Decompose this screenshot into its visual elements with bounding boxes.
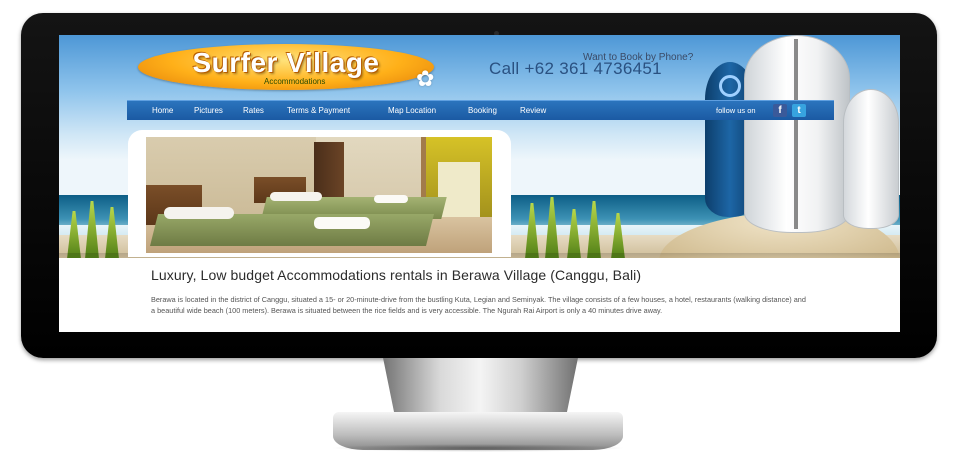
surfboard-logo-icon <box>719 75 741 97</box>
nav-item-terms-payment[interactable]: Terms & Payment <box>287 101 350 120</box>
room-photo[interactable] <box>146 137 492 253</box>
nav-item-map-location[interactable]: Map Location <box>388 101 436 120</box>
pillow <box>270 192 322 201</box>
page-headline: Luxury, Low budget Accommodations rental… <box>151 267 642 283</box>
pillow <box>164 207 234 219</box>
nav-item-home[interactable]: Home <box>152 101 173 120</box>
logo-subtitle: Accommodations <box>264 77 326 86</box>
website-screen: Surfer Village Accommodations ✿ Want to … <box>59 35 900 332</box>
logo-title: Surfer Village <box>192 47 380 78</box>
nav-item-rates[interactable]: Rates <box>243 101 264 120</box>
small-surfboard <box>843 89 899 229</box>
photo-bathroom-interior <box>438 162 480 217</box>
facebook-icon[interactable]: f <box>773 104 787 117</box>
plumeria-flower-icon: ✿ <box>416 66 435 91</box>
nav-item-review[interactable]: Review <box>520 101 546 120</box>
nav-item-booking[interactable]: Booking <box>468 101 497 120</box>
stand-shadow <box>330 444 626 452</box>
towel <box>374 195 408 203</box>
nav-item-pictures[interactable]: Pictures <box>194 101 223 120</box>
main-navigation: Home Pictures Rates Terms & Payment Map … <box>127 100 834 120</box>
monitor-stand-neck <box>383 358 578 418</box>
twitter-icon[interactable]: t <box>792 104 806 117</box>
towel <box>314 217 370 229</box>
phone-number[interactable]: Call +62 361 4736451 <box>489 59 662 79</box>
surfboard-stripe <box>794 39 798 229</box>
photo-card <box>128 130 511 257</box>
follow-us-label: follow us on <box>716 106 756 115</box>
intro-paragraph: Berawa is located in the district of Can… <box>151 295 806 315</box>
site-logo[interactable]: Surfer Village Accommodations ✿ <box>138 44 434 90</box>
